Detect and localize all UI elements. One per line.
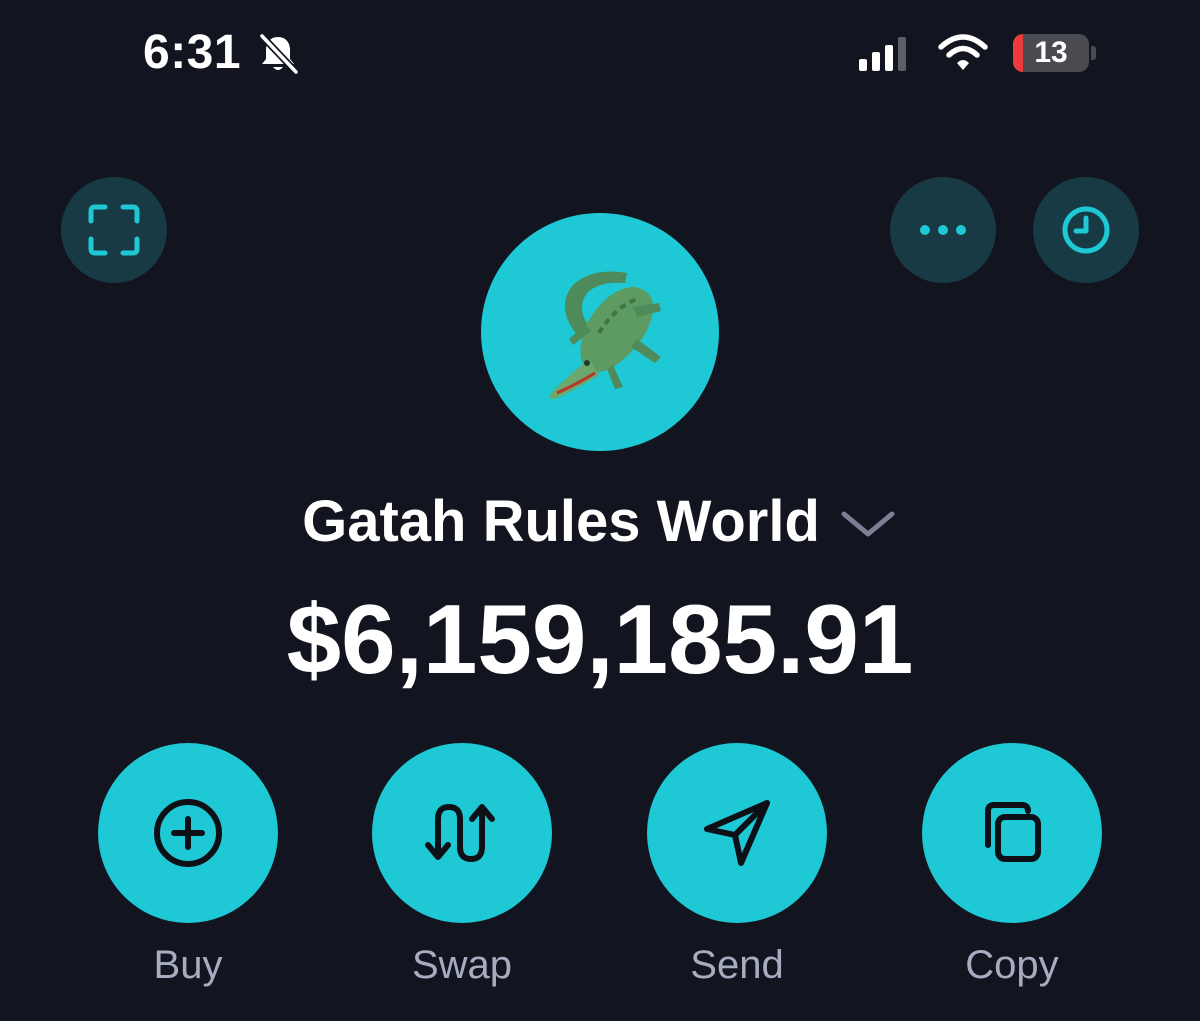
copy-button-circle[interactable] xyxy=(922,743,1102,923)
swap-button-circle[interactable] xyxy=(372,743,552,923)
send-label: Send xyxy=(690,943,784,987)
history-clock-icon xyxy=(1062,206,1110,254)
wallet-home-screen: 6:31 13 Gatah Rules World $6,159,185.91 … xyxy=(0,0,1200,1021)
send-button-circle[interactable] xyxy=(647,743,827,923)
swap-arrows-icon xyxy=(425,804,495,862)
bell-slash-icon xyxy=(259,33,299,75)
wallet-name: Gatah Rules World xyxy=(302,489,820,554)
chevron-down-icon xyxy=(841,511,895,537)
copy-button[interactable]: Copy xyxy=(922,743,1102,989)
wallet-balance: $6,159,185.91 xyxy=(286,584,914,694)
battery-cap xyxy=(1091,46,1096,60)
swap-button[interactable]: Swap xyxy=(372,743,552,989)
scan-qr-icon xyxy=(88,204,140,256)
buy-label: Buy xyxy=(153,943,223,987)
copy-label: Copy xyxy=(965,943,1059,987)
plus-circle-icon xyxy=(154,799,222,867)
wifi-icon xyxy=(938,34,988,70)
cellular-signal-icon xyxy=(859,37,906,71)
battery-level: 13 xyxy=(1034,36,1068,69)
history-button[interactable] xyxy=(1033,177,1139,283)
send-arrow-icon xyxy=(704,800,770,866)
battery-icon: 13 xyxy=(1013,34,1089,72)
buy-button-circle[interactable] xyxy=(98,743,278,923)
wallet-selector[interactable]: Gatah Rules World xyxy=(0,486,1200,558)
more-icon xyxy=(920,225,966,235)
send-button[interactable]: Send xyxy=(647,743,827,989)
swap-label: Swap xyxy=(411,943,513,987)
buy-button[interactable]: Buy xyxy=(98,743,278,989)
more-options-button[interactable] xyxy=(890,177,996,283)
copy-icon xyxy=(985,802,1041,862)
crocodile-icon xyxy=(549,271,661,399)
scan-button[interactable] xyxy=(61,177,167,283)
wallet-avatar[interactable] xyxy=(481,213,719,451)
status-time: 6:31 xyxy=(143,26,242,79)
